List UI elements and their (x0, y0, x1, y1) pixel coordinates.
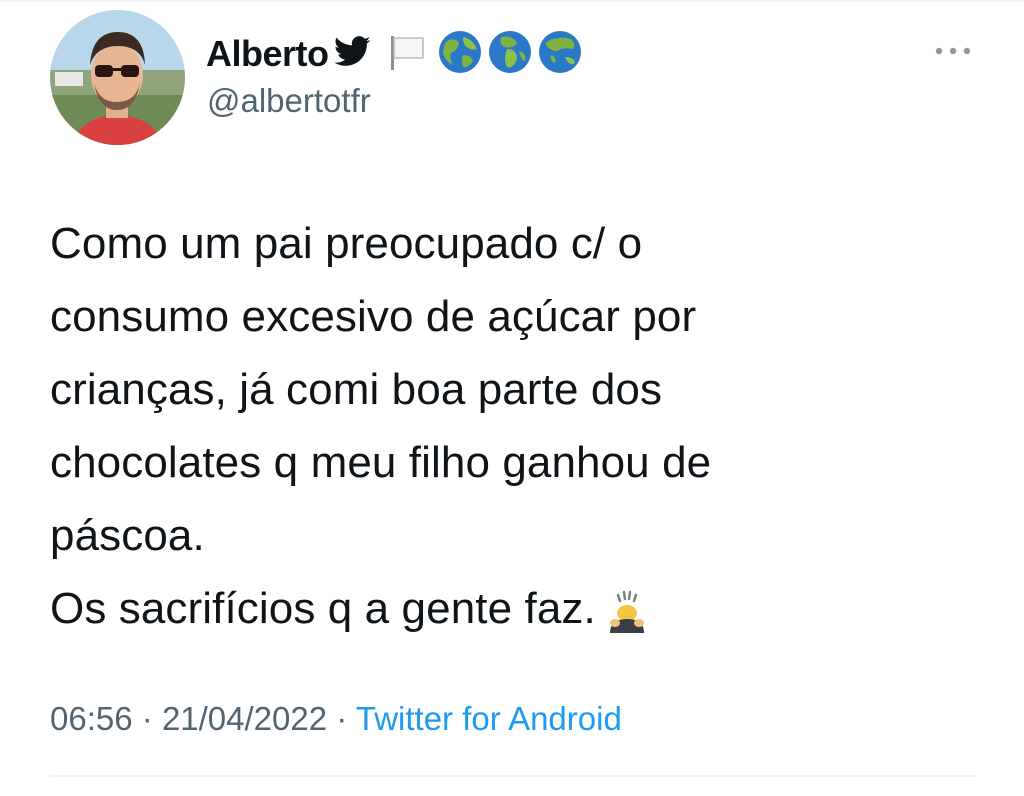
bird-icon (333, 35, 371, 73)
tweet-text: Como um pai preocupado c/ o consumo exce… (50, 207, 990, 657)
tweet-text-line: Como um pai preocupado c/ o (50, 219, 643, 268)
author-name-row[interactable]: Alberto (206, 28, 583, 80)
tweet-text-line: chocolates q meu filho ganhou de (50, 438, 712, 487)
meta-separator: · (141, 700, 153, 737)
white-flag-icon (387, 32, 427, 77)
display-name[interactable]: Alberto (206, 33, 329, 75)
tweet-text-line: crianças, já comi boa parte dos (50, 365, 663, 414)
tweet-time[interactable]: 06:56 (50, 700, 133, 737)
tweet-text-last-line: Os sacrifícios q a gente faz. (50, 572, 990, 657)
tweet-text-line: consumo excesivo de açúcar por (50, 292, 697, 341)
person-bowing-icon (602, 584, 650, 657)
tweet-text-line: páscoa. (50, 511, 205, 560)
meta-separator: · (336, 700, 348, 737)
tweet-text-line: Os sacrifícios q a gente faz. (50, 584, 596, 633)
tweet-source-link[interactable]: Twitter for Android (356, 700, 622, 737)
tweet-meta: 06:56 · 21/04/2022 · Twitter for Android (50, 700, 622, 738)
user-handle[interactable]: @albertotfr (207, 82, 371, 120)
top-border (0, 0, 1024, 2)
globe-icon (437, 29, 483, 80)
divider (50, 775, 975, 777)
more-dots-icon (935, 47, 971, 55)
avatar[interactable] (50, 10, 185, 145)
globe-icon (487, 29, 533, 80)
more-options-button[interactable] (928, 36, 978, 66)
tweet-date[interactable]: 21/04/2022 (162, 700, 327, 737)
globe-icon (537, 29, 583, 80)
avatar-photo (50, 10, 185, 145)
